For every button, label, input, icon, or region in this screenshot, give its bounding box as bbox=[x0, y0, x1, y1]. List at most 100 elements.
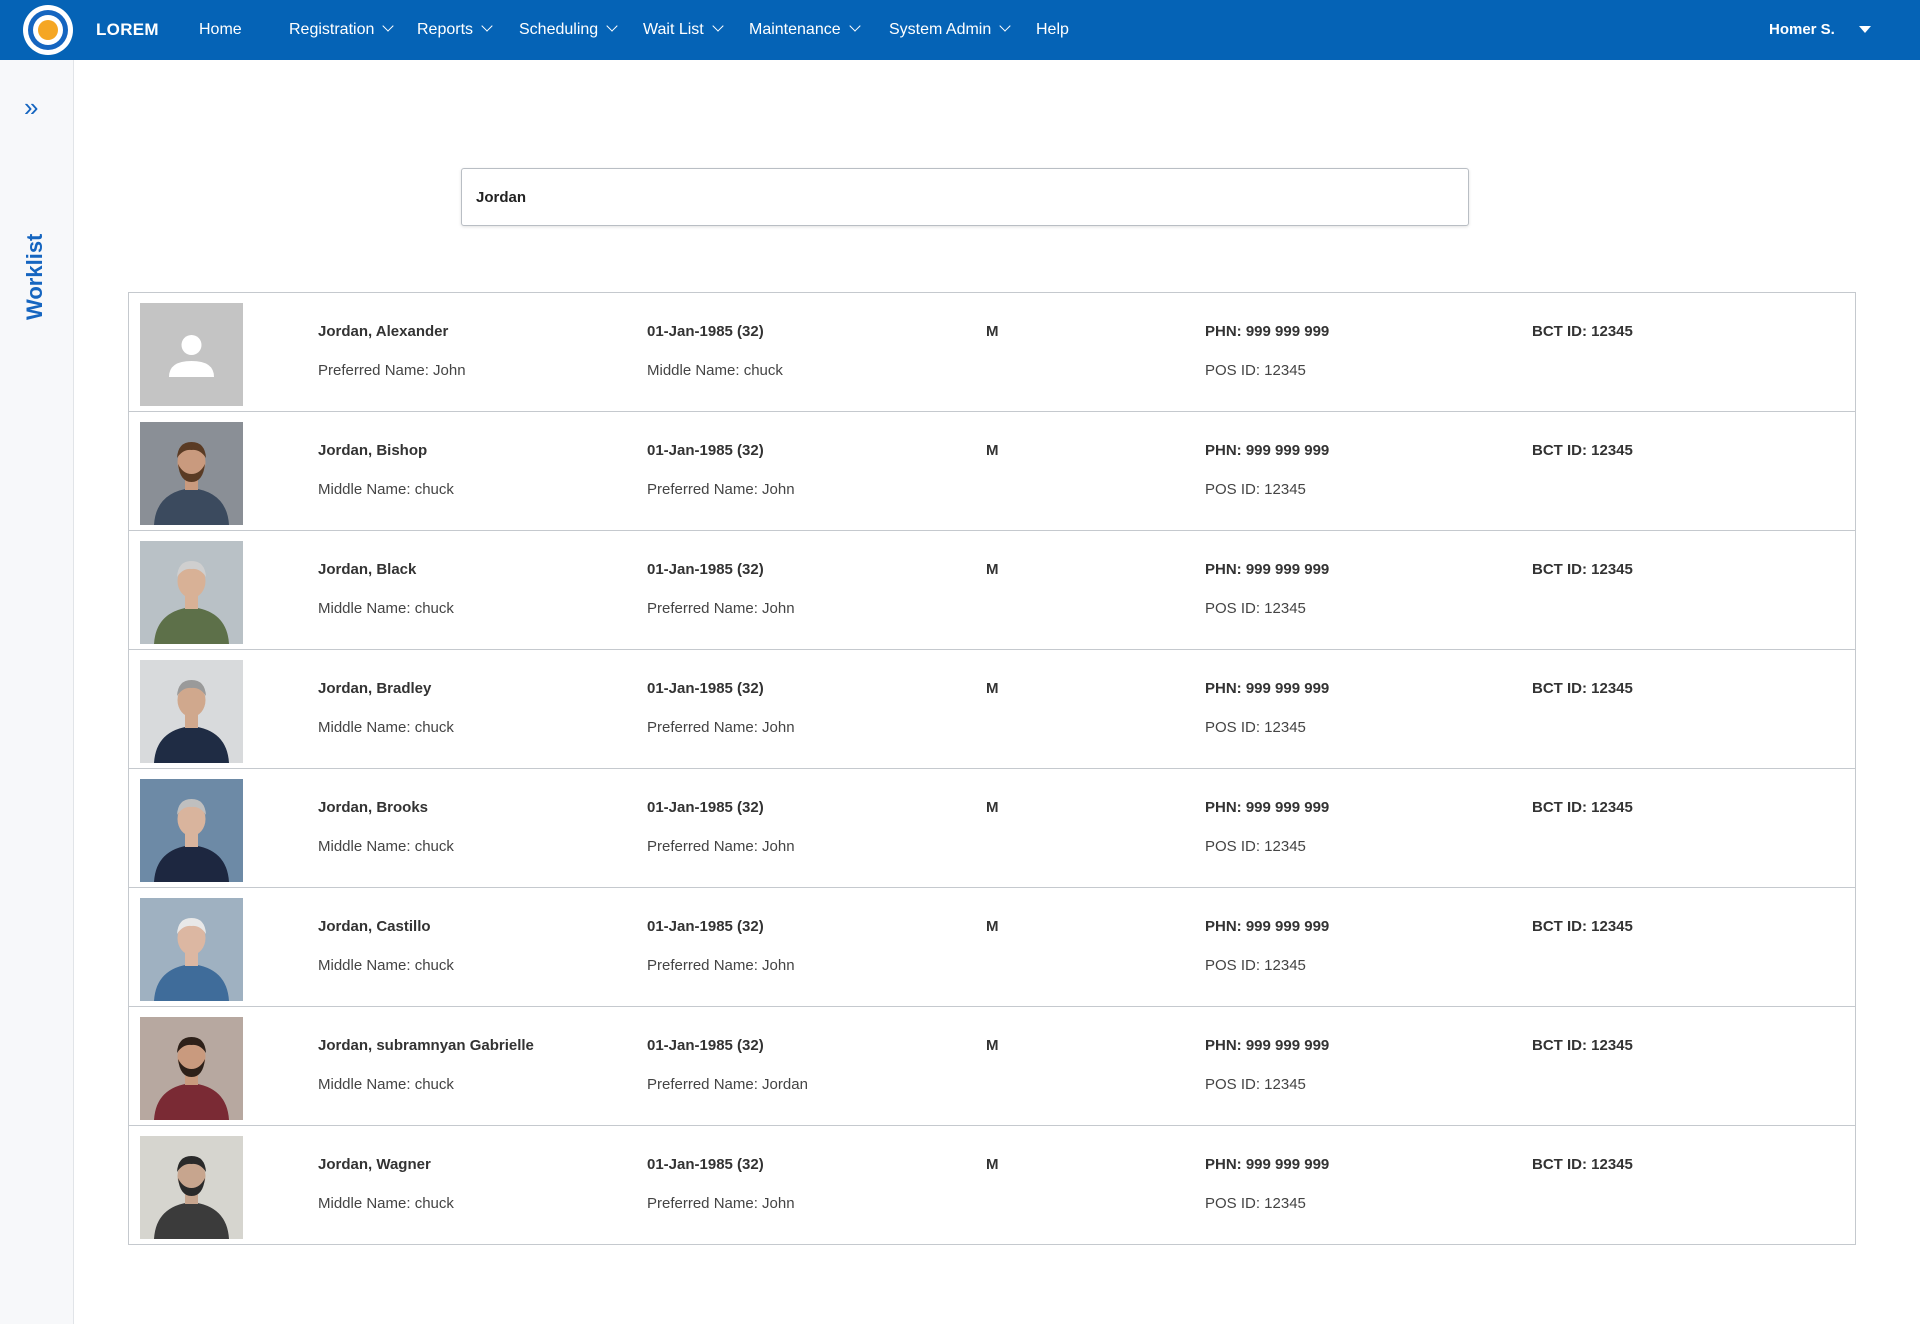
patient-name: Jordan, subramnyan Gabrielle bbox=[318, 1037, 534, 1054]
patient-bct-id: BCT ID: 12345 bbox=[1532, 323, 1633, 340]
patient-phn: PHN: 999 999 999 bbox=[1205, 680, 1330, 697]
nav-item-label: Reports bbox=[417, 21, 474, 38]
patient-name: Jordan, Castillo bbox=[318, 918, 431, 935]
patient-row[interactable]: Jordan, Alexander Preferred Name: John 01-… bbox=[129, 293, 1855, 412]
patient-dob: 01-Jan-1985 (32) bbox=[647, 680, 764, 697]
patient-secondary-name: Middle Name: chuck bbox=[318, 838, 454, 855]
nav-item-label: System Admin bbox=[889, 21, 992, 38]
patient-row[interactable]: Jordan, Brooks Middle Name: chuck 01-Jan-1… bbox=[129, 769, 1855, 888]
expand-sidebar-icon[interactable]: » bbox=[24, 94, 38, 120]
patient-row[interactable]: Jordan, Bradley Middle Name: chuck 01-Jan-… bbox=[129, 650, 1855, 769]
patient-secondary-name: Middle Name: chuck bbox=[318, 1076, 454, 1093]
patient-pos-id: POS ID: 12345 bbox=[1205, 600, 1306, 617]
chevron-down-icon bbox=[481, 20, 493, 32]
patient-phn: PHN: 999 999 999 bbox=[1205, 561, 1330, 578]
patient-results-list: Jordan, Alexander Preferred Name: John 01-… bbox=[128, 292, 1856, 1245]
patient-phn: PHN: 999 999 999 bbox=[1205, 1156, 1330, 1173]
patient-phn: PHN: 999 999 999 bbox=[1205, 799, 1330, 816]
patient-bct-id: BCT ID: 12345 bbox=[1532, 1156, 1633, 1173]
patient-bct-id: BCT ID: 12345 bbox=[1532, 918, 1633, 935]
patient-secondary-name: Middle Name: chuck bbox=[318, 957, 454, 974]
patient-sex: M bbox=[986, 1037, 999, 1054]
nav-item-help[interactable]: Help bbox=[1036, 0, 1069, 60]
chevron-down-icon bbox=[712, 20, 724, 32]
patient-name: Jordan, Alexander bbox=[318, 323, 449, 340]
patient-pos-id: POS ID: 12345 bbox=[1205, 957, 1306, 974]
patient-sex: M bbox=[986, 561, 999, 578]
patient-row[interactable]: Jordan, Castillo Middle Name: chuck 01-Jan… bbox=[129, 888, 1855, 1007]
nav-item-home[interactable]: Home bbox=[199, 0, 242, 60]
logo-icon[interactable] bbox=[23, 5, 73, 55]
patient-sex: M bbox=[986, 799, 999, 816]
patient-search-input[interactable] bbox=[461, 168, 1469, 226]
patient-pos-id: POS ID: 12345 bbox=[1205, 362, 1306, 379]
patient-dob: 01-Jan-1985 (32) bbox=[647, 799, 764, 816]
patient-bct-id: BCT ID: 12345 bbox=[1532, 561, 1633, 578]
caret-down-icon[interactable] bbox=[1859, 26, 1871, 33]
patient-photo bbox=[140, 303, 243, 406]
patient-photo bbox=[140, 898, 243, 1001]
patient-secondary-name: Middle Name: chuck bbox=[318, 719, 454, 736]
nav-item-registration[interactable]: Registration bbox=[289, 0, 395, 60]
patient-photo bbox=[140, 541, 243, 644]
patient-photo bbox=[140, 660, 243, 763]
chevron-down-icon bbox=[606, 20, 618, 32]
patient-row[interactable]: Jordan, Black Middle Name: chuck 01-Jan-19… bbox=[129, 531, 1855, 650]
patient-pos-id: POS ID: 12345 bbox=[1205, 838, 1306, 855]
nav-item-wait-list[interactable]: Wait List bbox=[643, 0, 724, 60]
nav-item-maintenance[interactable]: Maintenance bbox=[749, 0, 861, 60]
patient-pos-id: POS ID: 12345 bbox=[1205, 1076, 1306, 1093]
patient-alt-name: Preferred Name: John bbox=[647, 600, 795, 617]
patient-bct-id: BCT ID: 12345 bbox=[1532, 680, 1633, 697]
user-menu[interactable]: Homer S. bbox=[1769, 0, 1835, 60]
top-navbar: LOREM Home Registration Reports Scheduling W… bbox=[0, 0, 1920, 60]
patient-name: Jordan, Wagner bbox=[318, 1156, 431, 1173]
patient-secondary-name: Middle Name: chuck bbox=[318, 481, 454, 498]
patient-phn: PHN: 999 999 999 bbox=[1205, 442, 1330, 459]
chevron-down-icon bbox=[848, 20, 861, 32]
patient-photo bbox=[140, 1136, 243, 1239]
patient-dob: 01-Jan-1985 (32) bbox=[647, 1037, 764, 1054]
patient-alt-name: Preferred Name: John bbox=[647, 719, 795, 736]
patient-secondary-name: Preferred Name: John bbox=[318, 362, 466, 379]
patient-photo bbox=[140, 779, 243, 882]
patient-bct-id: BCT ID: 12345 bbox=[1532, 442, 1633, 459]
patient-name: Jordan, Black bbox=[318, 561, 417, 578]
patient-bct-id: BCT ID: 12345 bbox=[1532, 799, 1633, 816]
patient-alt-name: Preferred Name: John bbox=[647, 838, 795, 855]
patient-sex: M bbox=[986, 918, 999, 935]
patient-secondary-name: Middle Name: chuck bbox=[318, 1195, 454, 1212]
worklist-sidebar: » Worklist bbox=[0, 60, 74, 1324]
nav-item-label: Help bbox=[1036, 21, 1069, 38]
nav-item-system-admin[interactable]: System Admin bbox=[889, 0, 1011, 60]
patient-row[interactable]: Jordan, Wagner Middle Name: chuck 01-Jan-1… bbox=[129, 1126, 1855, 1244]
chevron-down-icon bbox=[999, 20, 1011, 32]
brand-name[interactable]: LOREM bbox=[96, 0, 159, 60]
nav-item-label: Scheduling bbox=[519, 21, 599, 38]
patient-name: Jordan, Bradley bbox=[318, 680, 432, 697]
patient-alt-name: Preferred Name: Jordan bbox=[647, 1076, 808, 1093]
patient-photo bbox=[140, 422, 243, 525]
nav-item-scheduling[interactable]: Scheduling bbox=[519, 0, 618, 60]
patient-alt-name: Preferred Name: John bbox=[647, 481, 795, 498]
patient-dob: 01-Jan-1985 (32) bbox=[647, 442, 764, 459]
patient-sex: M bbox=[986, 442, 999, 459]
patient-pos-id: POS ID: 12345 bbox=[1205, 1195, 1306, 1212]
chevron-down-icon bbox=[382, 20, 395, 32]
patient-sex: M bbox=[986, 323, 999, 340]
patient-dob: 01-Jan-1985 (32) bbox=[647, 561, 764, 578]
nav-item-reports[interactable]: Reports bbox=[417, 0, 493, 60]
patient-row[interactable]: Jordan, Bishop Middle Name: chuck 01-Jan-1… bbox=[129, 412, 1855, 531]
worklist-title[interactable]: Worklist bbox=[22, 234, 48, 320]
patient-pos-id: POS ID: 12345 bbox=[1205, 719, 1306, 736]
patient-photo bbox=[140, 1017, 243, 1120]
patient-alt-name: Preferred Name: John bbox=[647, 957, 795, 974]
patient-phn: PHN: 999 999 999 bbox=[1205, 918, 1330, 935]
nav-item-label: Home bbox=[199, 21, 242, 38]
patient-dob: 01-Jan-1985 (32) bbox=[647, 1156, 764, 1173]
patient-phn: PHN: 999 999 999 bbox=[1205, 1037, 1330, 1054]
patient-secondary-name: Middle Name: chuck bbox=[318, 600, 454, 617]
patient-row[interactable]: Jordan, subramnyan Gabrielle Middle Name:… bbox=[129, 1007, 1855, 1126]
patient-name: Jordan, Brooks bbox=[318, 799, 429, 816]
patient-alt-name: Preferred Name: John bbox=[647, 1195, 795, 1212]
